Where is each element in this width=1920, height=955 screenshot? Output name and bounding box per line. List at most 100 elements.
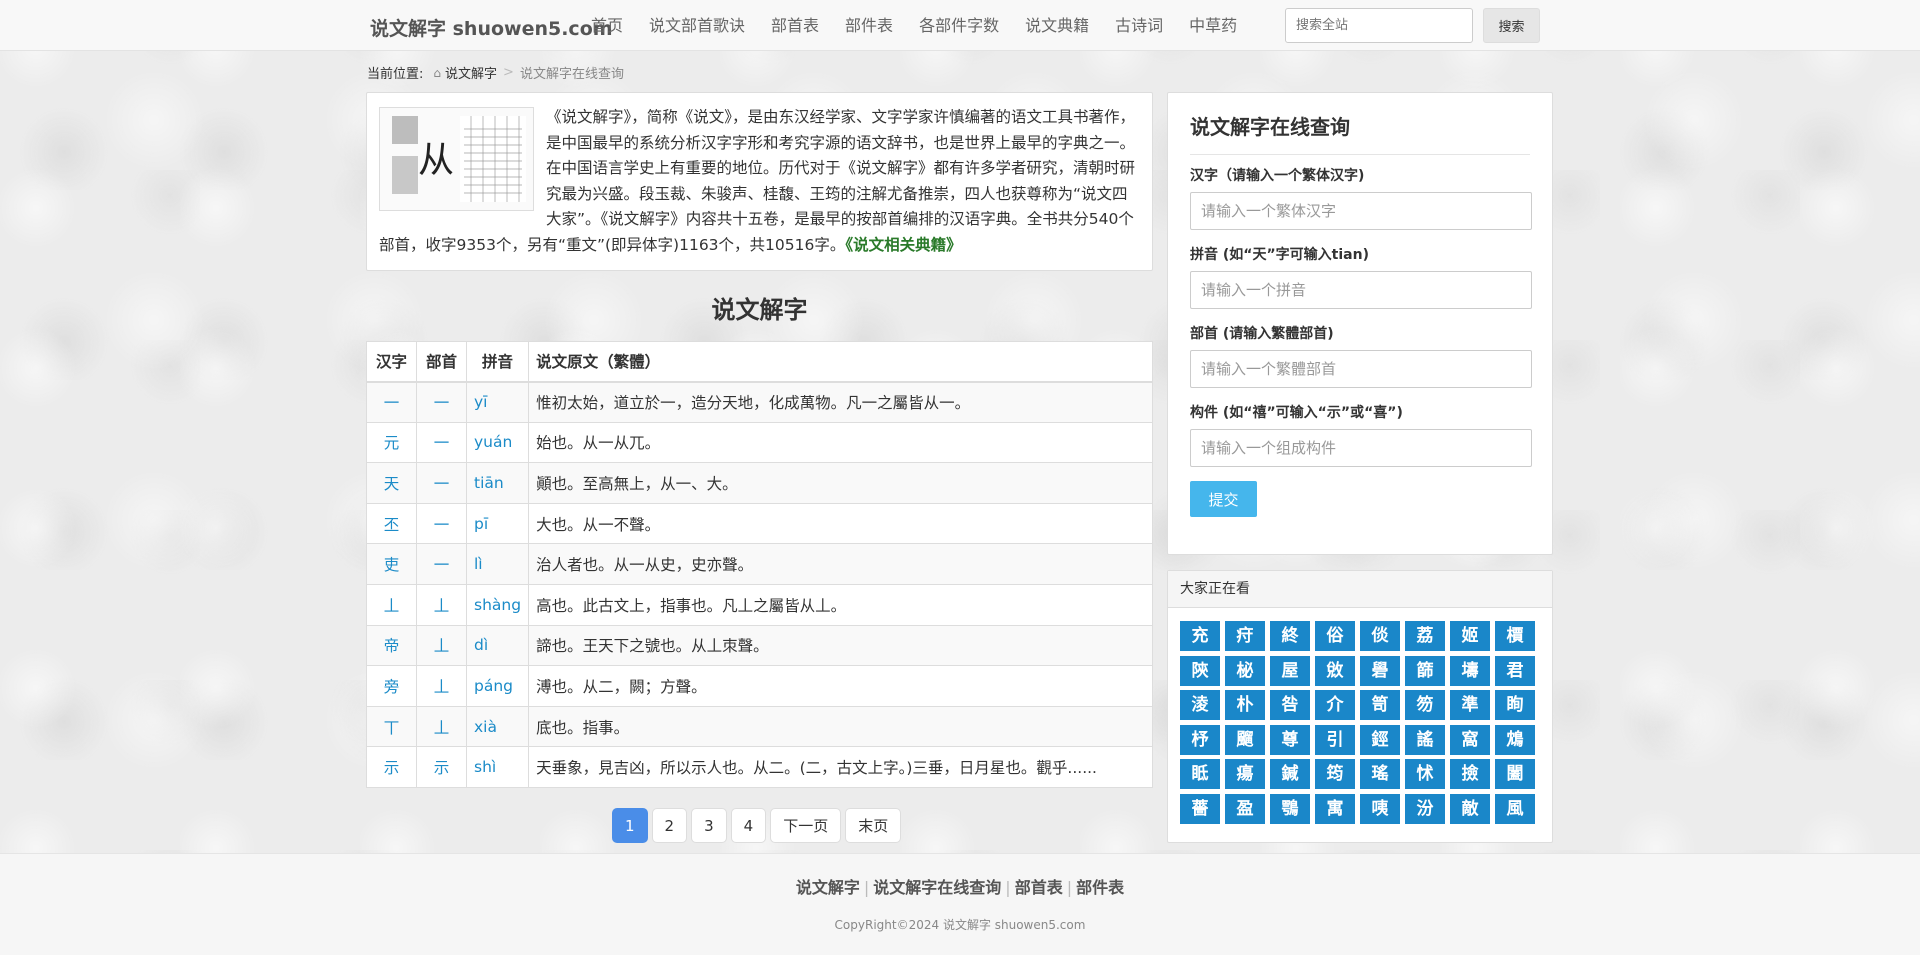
char-link[interactable]: 天 [384,475,400,493]
site-search-input[interactable] [1285,8,1473,43]
popular-char-tile[interactable]: 引 [1315,724,1355,755]
popular-char-tile[interactable]: 篩 [1405,655,1445,686]
popular-char-tile[interactable]: 礐 [1360,655,1400,686]
popular-char-tile[interactable]: 檟 [1495,621,1535,651]
char-link[interactable]: 丕 [384,516,400,534]
radical-link[interactable]: 一 [434,434,450,452]
pinyin-link[interactable]: tiān [474,474,504,492]
popular-char-tile[interactable]: 盈 [1225,793,1265,824]
popular-char-tile[interactable]: 鋞 [1360,724,1400,755]
site-brand[interactable]: 说文解字 shuowen5.com [370,14,613,41]
popular-char-tile[interactable]: 俗 [1315,621,1355,651]
radical-link[interactable]: 丄 [434,597,450,615]
pinyin-link[interactable]: pī [474,515,488,533]
popular-char-tile[interactable]: 闔 [1495,759,1535,790]
popular-char-tile[interactable]: 窩 [1450,724,1490,755]
popular-char-tile[interactable]: 怵 [1405,759,1445,790]
footer-link-2[interactable]: 部首表 [1015,878,1063,897]
nav-link-5[interactable]: 说文典籍 [1012,0,1102,51]
popular-char-tile[interactable]: 瘍 [1225,759,1265,790]
next-page-button[interactable]: 下一页 [770,808,842,843]
popular-char-tile[interactable]: 壔 [1450,655,1490,686]
page-button-4[interactable]: 4 [730,808,767,843]
breadcrumb-home-link[interactable]: 说文解字 [445,63,497,82]
radical-link[interactable]: 一 [434,516,450,534]
last-page-button[interactable]: 末页 [845,808,902,843]
radical-link[interactable]: 丄 [434,719,450,737]
footer-link-0[interactable]: 说文解字 [796,878,860,897]
component-input[interactable] [1190,429,1532,467]
popular-char-tile[interactable]: 笏 [1405,690,1445,721]
char-link[interactable]: 帝 [384,637,400,655]
popular-char-tile[interactable]: 敵 [1450,793,1490,824]
pinyin-link[interactable]: xià [474,718,497,736]
popular-char-tile[interactable]: 瑤 [1360,759,1400,790]
popular-char-tile[interactable]: 倓 [1360,621,1400,651]
radical-link[interactable]: 丄 [434,678,450,696]
popular-char-tile[interactable]: 撿 [1450,759,1490,790]
nav-link-4[interactable]: 各部件字数 [906,0,1012,51]
related-books-link[interactable]: 《说文相关典籍》 [845,236,961,254]
radical-link[interactable]: 示 [434,759,450,777]
popular-char-tile[interactable]: 姬 [1450,621,1490,651]
footer-link-1[interactable]: 说文解字在线查询 [873,878,1001,897]
popular-char-tile[interactable]: 杼 [1180,724,1220,755]
popular-char-tile[interactable]: 寓 [1315,793,1355,824]
nav-link-1[interactable]: 说文部首歌诀 [636,0,758,51]
radical-link[interactable]: 一 [434,394,450,412]
popular-char-tile[interactable]: 屋 [1270,655,1310,686]
radical-link[interactable]: 丄 [434,637,450,655]
popular-char-tile[interactable]: 謠 [1405,724,1445,755]
popular-char-tile[interactable]: 風 [1495,793,1535,824]
radical-input[interactable] [1190,350,1532,388]
nav-link-2[interactable]: 部首表 [758,0,832,51]
nav-link-6[interactable]: 古诗词 [1102,0,1176,51]
popular-char-tile[interactable]: 介 [1315,690,1355,721]
radical-link[interactable]: 一 [434,556,450,574]
pinyin-link[interactable]: yī [474,393,487,411]
popular-char-tile[interactable]: 薔 [1180,793,1220,824]
nav-link-7[interactable]: 中草药 [1176,0,1250,51]
popular-char-tile[interactable]: 陝 [1180,655,1220,686]
char-link[interactable]: 吏 [384,556,400,574]
nav-link-0[interactable]: 首页 [578,0,636,51]
page-button-1[interactable]: 1 [612,808,648,843]
popular-char-tile[interactable]: 終 [1270,621,1310,651]
popular-char-tile[interactable]: 筠 [1315,759,1355,790]
popular-char-tile[interactable]: 鍼 [1270,759,1310,790]
popular-char-tile[interactable]: 淩 [1180,690,1220,721]
popular-char-tile[interactable]: 咦 [1360,793,1400,824]
popular-char-tile[interactable]: 敓 [1315,655,1355,686]
popular-char-tile[interactable]: 汾 [1405,793,1445,824]
char-link[interactable]: 一 [384,394,400,412]
page-button-3[interactable]: 3 [691,808,727,843]
popular-char-tile[interactable]: 荔 [1405,621,1445,651]
popular-char-tile[interactable]: 尊 [1270,724,1310,755]
popular-char-tile[interactable]: 鶚 [1270,793,1310,824]
pinyin-link[interactable]: shàng [474,596,521,614]
nav-link-3[interactable]: 部件表 [832,0,906,51]
footer-link-3[interactable]: 部件表 [1076,878,1124,897]
char-link[interactable]: 示 [384,759,400,777]
pinyin-link[interactable]: lì [474,555,483,573]
popular-char-tile[interactable]: 朴 [1225,690,1265,721]
popular-char-tile[interactable]: 眴 [1495,690,1535,721]
char-link[interactable]: 丅 [384,719,400,737]
radical-link[interactable]: 一 [434,475,450,493]
char-link[interactable]: 旁 [384,678,400,696]
pinyin-input[interactable] [1190,271,1532,309]
popular-char-tile[interactable]: 眡 [1180,759,1220,790]
popular-char-tile[interactable]: 充 [1180,621,1220,651]
popular-char-tile[interactable]: 飀 [1225,724,1265,755]
pinyin-link[interactable]: yuán [474,433,512,451]
popular-char-tile[interactable]: 準 [1450,690,1490,721]
char-link[interactable]: 丄 [384,597,400,615]
page-button-2[interactable]: 2 [651,808,688,843]
popular-char-tile[interactable]: 鴆 [1495,724,1535,755]
char-link[interactable]: 元 [384,434,400,452]
site-search-button[interactable]: 搜索 [1483,8,1540,43]
submit-button[interactable]: 提交 [1190,481,1257,517]
popular-char-tile[interactable]: 柲 [1225,655,1265,686]
popular-char-tile[interactable]: 君 [1495,655,1535,686]
popular-char-tile[interactable]: 咎 [1270,690,1310,721]
